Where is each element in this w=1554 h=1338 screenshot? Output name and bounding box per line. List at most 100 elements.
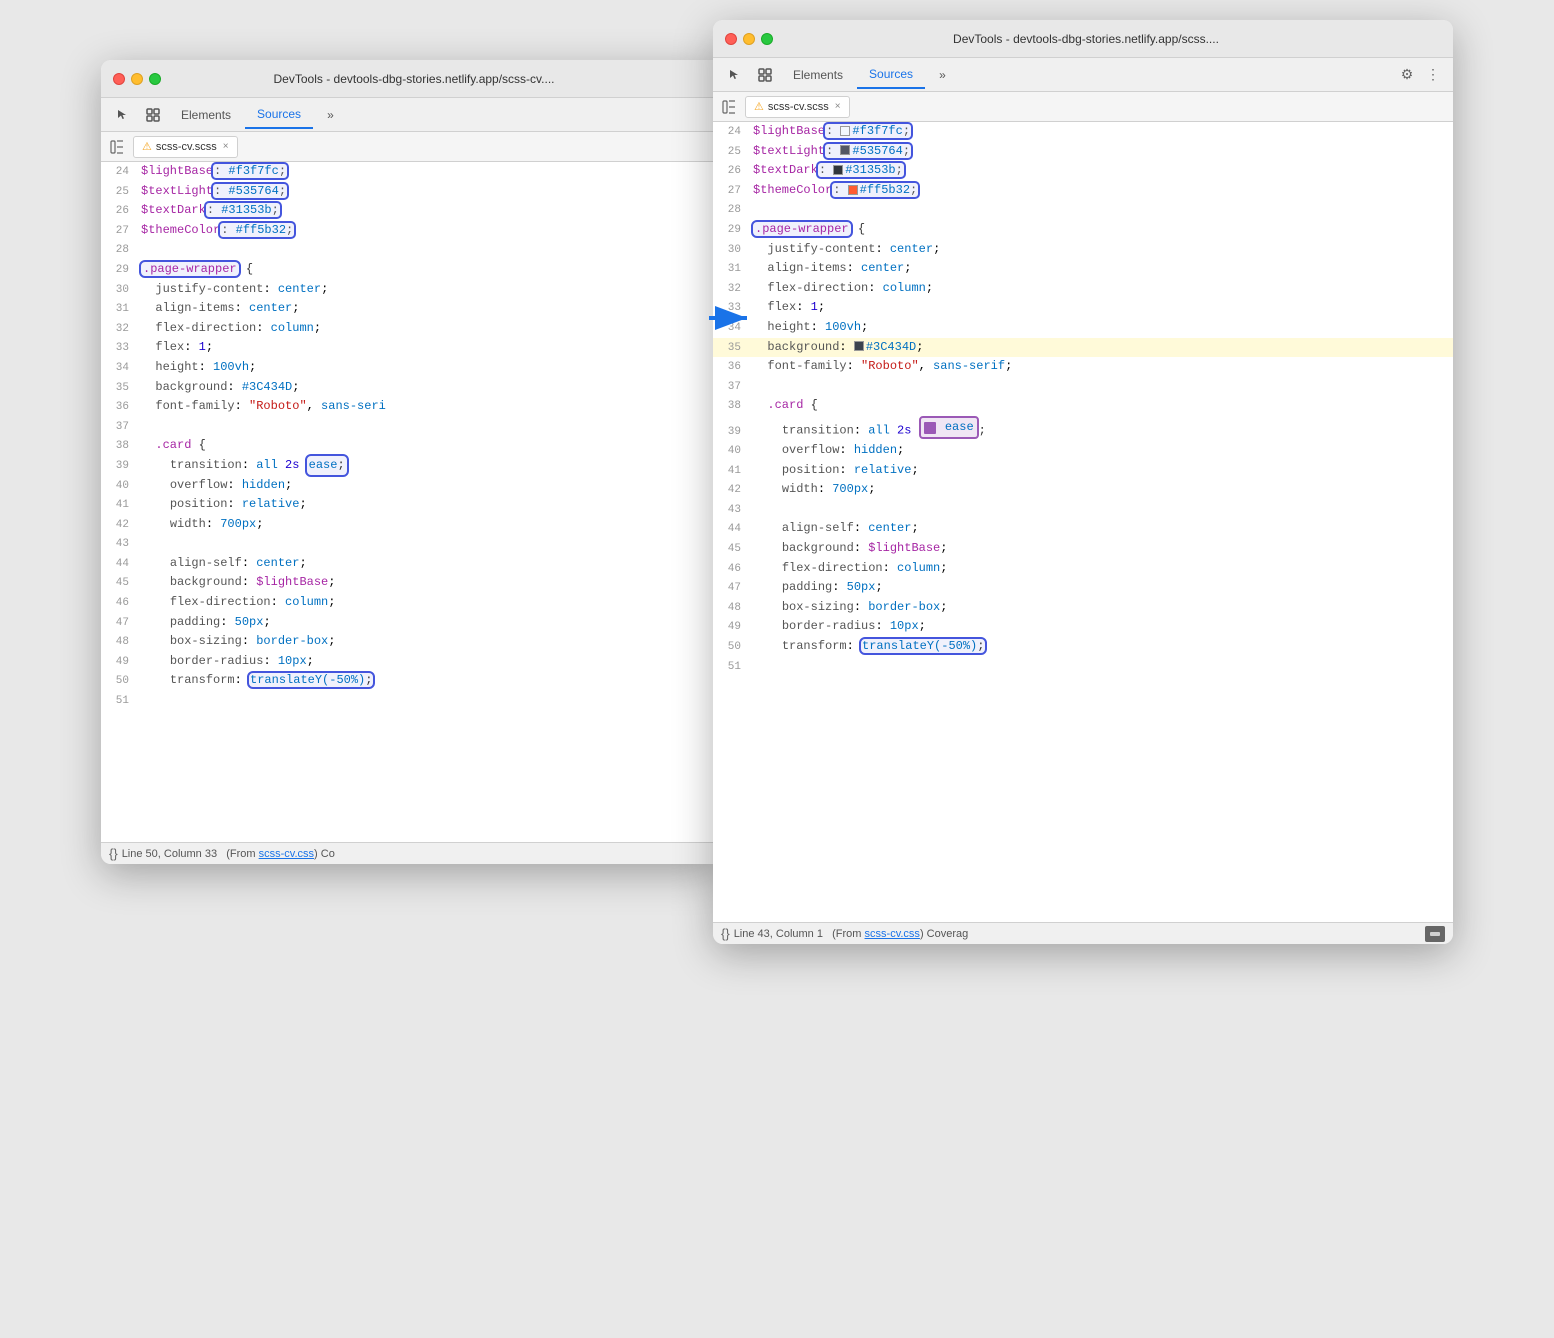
code-line-28-left: 28 [101, 240, 721, 260]
status-bar-right: {} Line 43, Column 1 (From scss-cv.css) … [713, 922, 1453, 944]
sidebar-toggle-left[interactable] [105, 135, 129, 159]
code-line-48-left: 48 box-sizing: border-box; [101, 632, 721, 652]
window-title-left: DevTools - devtools-dbg-stories.netlify.… [119, 72, 709, 86]
devtools-toolbar-left: Elements Sources » [101, 98, 721, 132]
dots-icon-right[interactable]: ⋮ [1421, 63, 1445, 87]
file-tab-right[interactable]: ⚠ scss-cv.scss × [745, 96, 850, 118]
code-line-30-right: 30 justify-content: center; [713, 240, 1453, 260]
code-line-39-left: 39 transition: all 2s ease; [101, 456, 721, 476]
file-tab-close-right[interactable]: × [835, 101, 841, 112]
code-line-46-left: 46 flex-direction: column; [101, 593, 721, 613]
tab-more-left[interactable]: » [315, 101, 346, 129]
code-line-50-left: 50 transform: translateY(-50%); [101, 671, 721, 691]
code-line-31-left: 31 align-items: center; [101, 299, 721, 319]
code-line-29-right: 29 .page-wrapper { [713, 220, 1453, 240]
code-line-38-left: 38 .card { [101, 436, 721, 456]
cursor-icon[interactable] [109, 101, 137, 129]
code-line-43-right: 43 [713, 500, 1453, 520]
code-line-34-left: 34 height: 100vh; [101, 358, 721, 378]
code-line-24-right: 24 $lightBase: #f3f7fc; [713, 122, 1453, 142]
code-line-26-right: 26 $textDark: #31353b; [713, 161, 1453, 181]
code-line-26-left: 26 $textDark: #31353b; [101, 201, 721, 221]
code-line-29-left: 29 .page-wrapper { [101, 260, 721, 280]
code-line-40-right: 40 overflow: hidden; [713, 441, 1453, 461]
tab-elements-left[interactable]: Elements [169, 101, 243, 129]
tab-sources-left[interactable]: Sources [245, 101, 313, 129]
devtools-toolbar-right: Elements Sources » ⚙ ⋮ [713, 58, 1453, 92]
code-line-45-right: 45 background: $lightBase; [713, 539, 1453, 559]
code-line-38-right: 38 .card { [713, 396, 1453, 416]
code-area-left: 24 $lightBase: #f3f7fc; 25 $textLight: #… [101, 162, 721, 842]
code-line-27-right: 27 $themeColor: #ff5b32; [713, 181, 1453, 201]
code-line-51-left: 51 [101, 691, 721, 711]
file-tab-bar-right: ⚠ scss-cv.scss × [713, 92, 1453, 122]
status-bar-left: {} Line 50, Column 33 (From scss-cv.css)… [101, 842, 721, 864]
code-line-43-left: 43 [101, 534, 721, 554]
code-line-34-right: 34 height: 100vh; [713, 318, 1453, 338]
window-title-right: DevTools - devtools-dbg-stories.netlify.… [731, 32, 1441, 46]
inspect-icon-right[interactable] [751, 61, 779, 89]
code-line-27-left: 27 $themeColor: #ff5b32; [101, 221, 721, 241]
code-line-42-left: 42 width: 700px; [101, 515, 721, 535]
code-line-51-right: 51 [713, 657, 1453, 677]
code-line-46-right: 46 flex-direction: column; [713, 559, 1453, 579]
gear-icon-right[interactable]: ⚙ [1395, 63, 1419, 87]
inspect-icon[interactable] [139, 101, 167, 129]
code-line-30-left: 30 justify-content: center; [101, 280, 721, 300]
code-line-35-left: 35 background: #3C434D; [101, 378, 721, 398]
code-area-right: 24 $lightBase: #f3f7fc; 25 $textLight: #… [713, 122, 1453, 922]
cursor-icon-right[interactable] [721, 61, 749, 89]
code-line-41-right: 41 position: relative; [713, 461, 1453, 481]
warn-icon-right: ⚠ [754, 100, 764, 113]
title-bar-right: DevTools - devtools-dbg-stories.netlify.… [713, 20, 1453, 58]
file-tab-left[interactable]: ⚠ scss-cv.scss × [133, 136, 238, 158]
tab-more-right[interactable]: » [927, 61, 958, 89]
code-line-47-left: 47 padding: 50px; [101, 613, 721, 633]
code-line-40-left: 40 overflow: hidden; [101, 476, 721, 496]
code-line-36-left: 36 font-family: "Roboto", sans-seri [101, 397, 721, 417]
code-line-42-right: 42 width: 700px; [713, 480, 1453, 500]
code-line-35-right: 35 background: #3C434D; [713, 338, 1453, 358]
curly-icon-right: {} [721, 926, 730, 941]
curly-icon-left: {} [109, 846, 118, 861]
status-link-left[interactable]: scss-cv.css [259, 848, 314, 860]
code-line-39-right: 39 transition: all 2s ease; [713, 416, 1453, 441]
code-line-24-left: 24 $lightBase: #f3f7fc; [101, 162, 721, 182]
file-tab-close-left[interactable]: × [223, 141, 229, 152]
coverage-icon[interactable] [1425, 926, 1445, 942]
sidebar-toggle-right[interactable] [717, 95, 741, 119]
code-line-44-right: 44 align-self: center; [713, 519, 1453, 539]
code-line-37-right: 37 [713, 377, 1453, 397]
status-text-left: Line 50, Column 33 (From scss-cv.css) Co [122, 848, 335, 860]
file-tab-name-right: scss-cv.scss [768, 101, 829, 113]
tab-elements-right[interactable]: Elements [781, 61, 855, 89]
code-line-50-right: 50 transform: translateY(-50%); [713, 637, 1453, 657]
file-tab-name-left: scss-cv.scss [156, 141, 217, 153]
code-line-28-right: 28 [713, 200, 1453, 220]
code-line-32-right: 32 flex-direction: column; [713, 279, 1453, 299]
status-link-right[interactable]: scss-cv.css [865, 928, 920, 940]
code-line-33-left: 33 flex: 1; [101, 338, 721, 358]
title-bar-left: DevTools - devtools-dbg-stories.netlify.… [101, 60, 721, 98]
code-line-44-left: 44 align-self: center; [101, 554, 721, 574]
tab-sources-right[interactable]: Sources [857, 61, 925, 89]
file-tab-bar-left: ⚠ scss-cv.scss × [101, 132, 721, 162]
code-line-32-left: 32 flex-direction: column; [101, 319, 721, 339]
arrow-indicator [707, 300, 757, 336]
code-line-45-left: 45 background: $lightBase; [101, 573, 721, 593]
code-line-49-left: 49 border-radius: 10px; [101, 652, 721, 672]
code-line-25-left: 25 $textLight: #535764; [101, 182, 721, 202]
code-line-36-right: 36 font-family: "Roboto", sans-serif; [713, 357, 1453, 377]
devtools-window-right: DevTools - devtools-dbg-stories.netlify.… [713, 20, 1453, 944]
warn-icon-left: ⚠ [142, 140, 152, 153]
status-text-right: Line 43, Column 1 (From scss-cv.css) Cov… [734, 928, 969, 940]
code-line-31-right: 31 align-items: center; [713, 259, 1453, 279]
code-line-41-left: 41 position: relative; [101, 495, 721, 515]
devtools-window-left: DevTools - devtools-dbg-stories.netlify.… [101, 60, 721, 864]
code-line-25-right: 25 $textLight: #535764; [713, 142, 1453, 162]
code-line-49-right: 49 border-radius: 10px; [713, 617, 1453, 637]
code-line-48-right: 48 box-sizing: border-box; [713, 598, 1453, 618]
code-line-33-right: 33 flex: 1; [713, 298, 1453, 318]
code-line-47-right: 47 padding: 50px; [713, 578, 1453, 598]
code-line-37-left: 37 [101, 417, 721, 437]
